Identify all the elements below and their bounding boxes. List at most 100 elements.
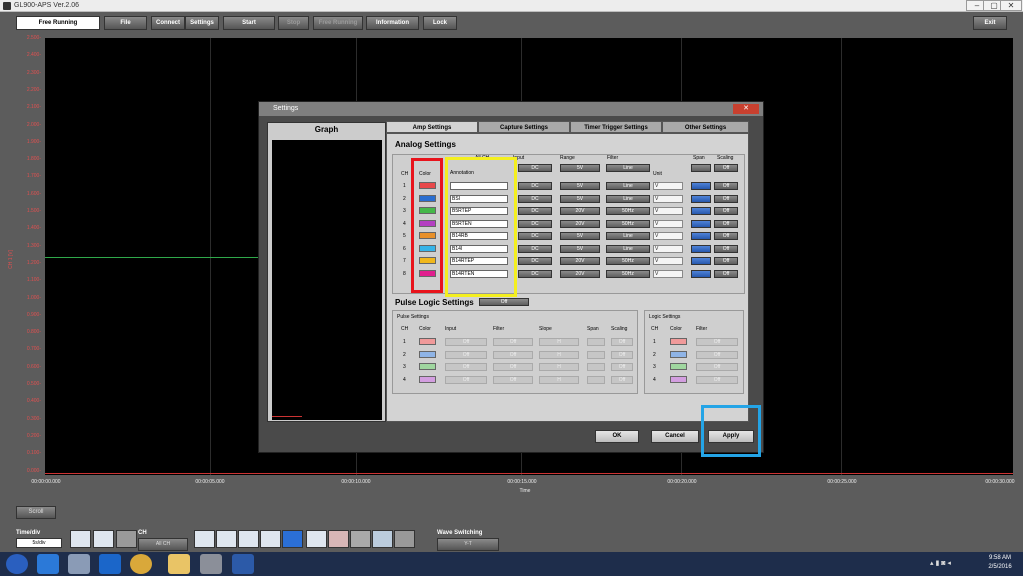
unit-field[interactable]: V xyxy=(653,269,683,278)
logic-filter-select[interactable]: Off xyxy=(696,375,738,384)
scroll-button[interactable]: Scroll xyxy=(16,506,56,519)
span-button[interactable] xyxy=(691,232,711,240)
span-button[interactable] xyxy=(691,219,711,228)
exit-button[interactable]: Exit xyxy=(973,16,1007,30)
input-select[interactable]: DC xyxy=(518,269,552,278)
scaling-button[interactable]: Off xyxy=(714,244,738,253)
timediv-value[interactable]: 5s/div xyxy=(16,538,62,548)
pulse-filter-select[interactable]: Off xyxy=(493,375,533,384)
file-menu-button[interactable]: File xyxy=(104,16,147,30)
pulse-filter-select[interactable]: Off xyxy=(493,338,533,346)
pulse-slope-select[interactable]: H xyxy=(539,363,579,371)
outlook-icon[interactable] xyxy=(99,554,121,574)
range-select[interactable]: 20V xyxy=(560,219,600,228)
unit-field[interactable]: V xyxy=(653,257,683,265)
all-ch-filter-select[interactable]: Line xyxy=(606,164,650,172)
unit-field[interactable]: V xyxy=(653,232,683,240)
scaling-button[interactable]: Off xyxy=(714,257,738,265)
pulse-filter-select[interactable]: Off xyxy=(493,363,533,371)
logic-color-swatch[interactable] xyxy=(670,338,687,345)
logic-filter-select[interactable]: Off xyxy=(696,350,738,359)
span-button[interactable] xyxy=(691,244,711,253)
pulse-scaling-button[interactable]: Off xyxy=(611,375,633,384)
cursor-icon[interactable] xyxy=(260,530,281,548)
pulse-span-button[interactable] xyxy=(587,338,605,346)
unit-field[interactable]: V xyxy=(653,182,683,190)
filter-select[interactable]: 50Hz xyxy=(606,219,650,228)
position-icon[interactable] xyxy=(238,530,259,548)
tab-other-settings[interactable]: Other Settings xyxy=(662,121,749,133)
pulse-input-select[interactable]: Off xyxy=(445,350,487,359)
unit-field[interactable]: V xyxy=(653,194,683,203)
tab-capture-settings[interactable]: Capture Settings xyxy=(478,121,570,133)
input-select[interactable]: DC xyxy=(518,182,552,190)
pulse-slope-select[interactable]: H xyxy=(539,350,579,359)
pulse-slope-select[interactable]: H xyxy=(539,338,579,346)
chrome-icon[interactable] xyxy=(130,554,152,574)
unit-field[interactable]: V xyxy=(653,244,683,253)
stop-button[interactable]: Stop xyxy=(278,16,309,30)
calendar-icon[interactable] xyxy=(372,530,393,548)
span-button[interactable] xyxy=(691,269,711,278)
scaling-button[interactable]: Off xyxy=(714,232,738,240)
pulse-color-swatch[interactable] xyxy=(419,363,436,370)
range-select[interactable]: 5V xyxy=(560,182,600,190)
start-button[interactable]: Start xyxy=(223,16,275,30)
pulse-input-select[interactable]: Off xyxy=(445,375,487,384)
ok-button[interactable]: OK xyxy=(595,430,639,443)
scaling-button[interactable]: Off xyxy=(714,219,738,228)
information-menu-button[interactable]: Information xyxy=(366,16,419,30)
span-button[interactable] xyxy=(691,194,711,203)
settings-button[interactable]: Settings xyxy=(185,16,219,30)
all-ch-span-button[interactable] xyxy=(691,164,711,172)
pulse-logic-select[interactable]: Off xyxy=(479,298,529,306)
range-select[interactable]: 5V xyxy=(560,194,600,203)
filter-select[interactable]: 50Hz xyxy=(606,257,650,265)
range-select[interactable]: 5V xyxy=(560,232,600,240)
app-icon[interactable] xyxy=(68,554,90,574)
scaling-button[interactable]: Off xyxy=(714,269,738,278)
marker-icon[interactable] xyxy=(282,530,303,548)
pulse-color-swatch[interactable] xyxy=(419,375,436,383)
scaling-button[interactable]: Off xyxy=(714,182,738,190)
all-ch-input-select[interactable]: DC xyxy=(518,164,552,172)
pulse-color-swatch[interactable] xyxy=(419,338,436,345)
amplitude-up-icon[interactable] xyxy=(194,530,215,548)
folder-icon[interactable] xyxy=(168,554,190,574)
free-running-button[interactable]: Free Running xyxy=(313,16,363,30)
pulse-span-button[interactable] xyxy=(587,375,605,384)
all-ch-range-select[interactable]: 5V xyxy=(560,164,600,172)
start-icon[interactable] xyxy=(6,554,28,574)
unit-field[interactable]: V xyxy=(653,219,683,228)
filter-select[interactable]: Line xyxy=(606,232,650,240)
logic-color-swatch[interactable] xyxy=(670,375,687,383)
input-select[interactable]: DC xyxy=(518,244,552,253)
input-select[interactable]: DC xyxy=(518,257,552,265)
zoom-out-time-icon[interactable] xyxy=(70,530,91,548)
filter-select[interactable]: Line xyxy=(606,194,650,203)
pulse-span-button[interactable] xyxy=(587,350,605,359)
all-ch-scaling-button[interactable]: Off xyxy=(714,164,738,172)
pulse-input-select[interactable]: Off xyxy=(445,363,487,371)
pulse-scaling-button[interactable]: Off xyxy=(611,363,633,371)
span-button[interactable] xyxy=(691,182,711,190)
color-view-icon[interactable] xyxy=(328,530,349,548)
range-select[interactable]: 20V xyxy=(560,207,600,215)
span-button[interactable] xyxy=(691,207,711,215)
span-button[interactable] xyxy=(691,257,711,265)
zoom-in-time-icon[interactable] xyxy=(93,530,114,548)
input-select[interactable]: DC xyxy=(518,194,552,203)
pulse-scaling-button[interactable]: Off xyxy=(611,338,633,346)
tab-amp-settings[interactable]: Amp Settings xyxy=(386,121,478,133)
fit-time-icon[interactable] xyxy=(116,530,137,548)
pulse-color-swatch[interactable] xyxy=(419,350,436,358)
filter-select[interactable]: 50Hz xyxy=(606,207,650,215)
dialog-close-button[interactable]: ✕ xyxy=(733,104,759,114)
input-select[interactable]: DC xyxy=(518,207,552,215)
pulse-scaling-button[interactable]: Off xyxy=(611,350,633,359)
input-select[interactable]: DC xyxy=(518,219,552,228)
amplitude-down-icon[interactable] xyxy=(216,530,237,548)
tray-icons[interactable]: ▴ ▮ ◙ ◂ xyxy=(930,559,970,569)
word-icon[interactable] xyxy=(232,554,254,574)
filter-select[interactable]: Line xyxy=(606,244,650,253)
